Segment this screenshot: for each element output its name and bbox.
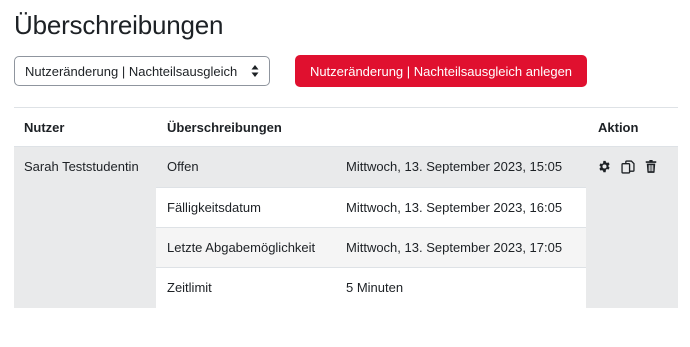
user-name: Sarah Teststudentin <box>24 159 139 174</box>
column-header-user: Nutzer <box>24 120 65 135</box>
override-row: Letzte Abgabemöglichkeit Mittwoch, 13. S… <box>156 227 586 267</box>
page-title: Überschreibungen <box>14 10 224 40</box>
override-type-select[interactable]: Nutzeränderung | Nachteilsausgleich <box>14 56 270 86</box>
override-label: Letzte Abgabemöglichkeit <box>167 240 316 255</box>
column-header-overrides: Überschreibungen <box>167 120 282 135</box>
override-value: Mittwoch, 13. September 2023, 15:05 <box>346 159 563 174</box>
override-type-select-value: Nutzeränderung | Nachteilsausgleich <box>25 63 238 79</box>
override-row: Offen Mittwoch, 13. September 2023, 15:0… <box>156 147 586 187</box>
trash-icon[interactable] <box>643 159 658 174</box>
row-actions <box>597 159 658 174</box>
column-header-action: Aktion <box>598 120 639 135</box>
gear-icon[interactable] <box>597 159 612 174</box>
override-label: Offen <box>167 159 199 174</box>
override-value: Mittwoch, 13. September 2023, 16:05 <box>346 200 563 215</box>
override-value: Mittwoch, 13. September 2023, 17:05 <box>346 240 563 255</box>
override-row: Fälligkeitsdatum Mittwoch, 13. September… <box>156 187 586 227</box>
overrides-table: Nutzer Überschreibungen Aktion Sarah Tes… <box>14 107 678 308</box>
override-value: 5 Minuten <box>346 280 404 295</box>
override-label: Fälligkeitsdatum <box>167 200 261 215</box>
table-header: Nutzer Überschreibungen Aktion <box>14 107 678 147</box>
override-label: Zeitlimit <box>167 280 212 295</box>
add-override-button[interactable]: Nutzeränderung | Nachteilsausgleich anle… <box>295 55 587 87</box>
table-row: Sarah Teststudentin Offen Mittwoch, 13. … <box>14 147 678 308</box>
copy-icon[interactable] <box>620 159 635 174</box>
select-updown-icon <box>251 64 259 78</box>
override-row: Zeitlimit 5 Minuten <box>156 267 586 308</box>
